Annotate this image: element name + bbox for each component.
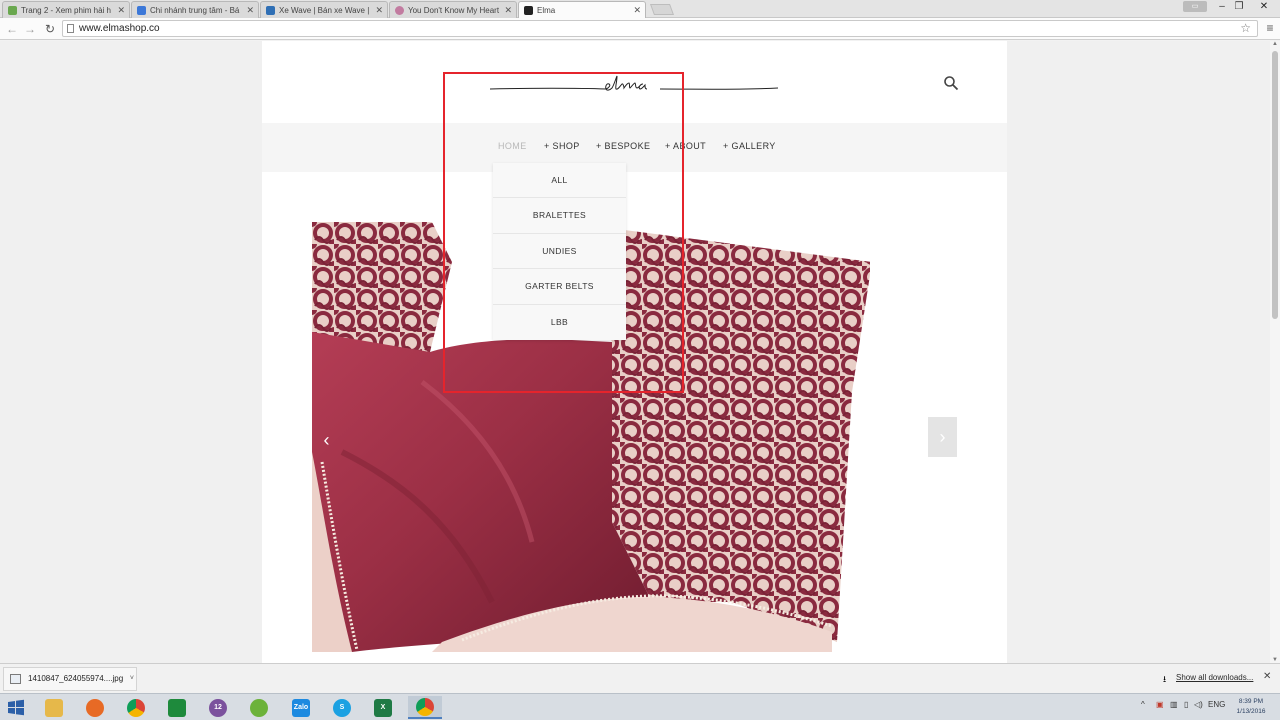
tray-volume-icon[interactable]: ◁) [1194,700,1203,709]
show-all-downloads-link[interactable]: Show all downloads... [1176,673,1253,682]
shop-menu-undies[interactable]: UNDIES [493,234,626,270]
tray-network-icon[interactable]: ▥ [1170,700,1178,709]
tray-security-icon[interactable]: ▣ [1156,700,1164,709]
clock-date: 1/13/2016 [1236,708,1266,715]
browser-tab-3[interactable]: Xe Wave | Bán xe Wave | E ✕ [260,1,388,18]
slider-next-button[interactable]: › [928,417,957,457]
system-clock[interactable]: 8:39 PM 1/13/2016 [1228,697,1274,717]
download-shelf: 1410847_624055974....jpg ˅ ⭳ Show all do… [0,663,1280,693]
bookmark-star-icon[interactable]: ☆ [1240,21,1251,36]
tray-expand-icon[interactable]: ^ [1141,700,1145,709]
tab-close-icon[interactable]: ✕ [246,5,254,16]
page-icon [67,24,74,33]
minimize-icon[interactable]: – [1213,0,1231,14]
image-file-icon [10,674,21,684]
tab-favicon-icon [395,5,404,15]
browser-toolbar: ← → ↻ www.elmashop.co ☆ ≡ [0,18,1280,40]
shop-menu-all[interactable]: ALL [493,163,626,199]
browser-tab-strip: Trang 2 - Xem phim hài h ✕ Chi nhánh tru… [0,0,1280,19]
page-viewport: elma HOME + SHOP + BESPOKE + ABOUT + GAL… [0,41,1270,663]
shop-dropdown-menu: ALL BRALETTES UNDIES GARTER BELTS LBB [493,163,626,340]
nav-home[interactable]: HOME [498,141,527,151]
elma-logo[interactable]: elma [488,69,780,95]
tab-close-icon[interactable]: ✕ [633,5,641,16]
tab-label: Elma [537,6,556,15]
site-container: elma HOME + SHOP + BESPOKE + ABOUT + GAL… [262,41,1007,663]
new-tab-button[interactable] [649,4,675,15]
tab-close-icon[interactable]: ✕ [117,5,125,16]
page-scrollbar[interactable]: ▲ ▼ [1270,41,1280,663]
zalo-icon[interactable]: Zalo [284,696,318,719]
search-icon[interactable] [943,75,959,91]
window-close-icon[interactable]: ✕ [1252,0,1276,14]
tab-label: Trang 2 - Xem phim hài h [21,5,111,15]
browser-tab-1[interactable]: Trang 2 - Xem phim hài h ✕ [2,1,130,18]
tab-label: Xe Wave | Bán xe Wave | E [279,5,373,15]
tab-favicon-icon [266,5,275,15]
url-text: www.elmashop.co [79,23,160,34]
tab-close-icon[interactable]: ✕ [375,5,383,16]
tab-favicon-icon [524,6,533,15]
close-shelf-icon[interactable]: ✕ [1263,671,1271,682]
nav-about[interactable]: + ABOUT [665,141,706,151]
chrome-active-icon[interactable] [408,696,442,719]
nav-gallery[interactable]: + GALLERY [723,141,776,151]
skype-icon[interactable]: S [325,696,359,719]
download-filename: 1410847_624055974....jpg [28,674,124,683]
excel-icon[interactable]: X [366,696,400,719]
tab-label: You Don't Know My Heart [408,5,500,15]
scroll-up-icon[interactable]: ▲ [1271,41,1279,47]
nav-bespoke[interactable]: + BESPOKE [596,141,650,151]
forward-icon[interactable]: → [22,21,38,37]
browser-tab-4[interactable]: You Don't Know My Heart ✕ [389,1,517,18]
restore-icon[interactable]: ❐ [1230,0,1248,14]
tab-favicon-icon [8,5,17,15]
language-indicator[interactable]: ENG [1208,700,1225,709]
tab-close-icon[interactable]: ✕ [504,5,512,16]
slider-prev-button[interactable]: ‹ [312,421,341,459]
address-bar[interactable]: www.elmashop.co ☆ [62,20,1258,37]
nav-shop[interactable]: + SHOP [544,141,580,151]
store-icon[interactable] [160,696,194,719]
clock-time: 8:39 PM [1238,698,1264,705]
tab-favicon-icon [137,5,146,15]
firefox-icon[interactable] [78,696,112,719]
browser-tab-2[interactable]: Chi nhánh trung tâm - Bá ✕ [131,1,259,18]
viber-icon[interactable]: 12 [201,696,235,719]
profile-avatar[interactable]: ▭ [1183,1,1207,12]
download-menu-caret-icon[interactable]: ˅ [130,668,134,690]
chrome-icon[interactable] [119,696,153,719]
browser-tab-active[interactable]: Elma ✕ [518,1,646,19]
chrome-menu-icon[interactable]: ≡ [1264,21,1276,37]
tray-power-icon[interactable]: ▯ [1184,700,1188,709]
file-explorer-icon[interactable] [37,696,71,719]
reload-icon[interactable]: ↻ [42,21,58,37]
download-icon: ⭳ [1163,674,1167,684]
tab-label: Chi nhánh trung tâm - Bá [150,5,240,15]
shop-menu-lbb[interactable]: LBB [493,305,626,340]
shop-menu-bralettes[interactable]: BRALETTES [493,198,626,234]
site-header: elma [262,41,1007,123]
download-item[interactable]: 1410847_624055974....jpg ˅ [3,667,137,691]
windows-taskbar: 12 Zalo S X ^ ▣ ▥ ▯ ◁) ENG 8:39 PM 1/13/… [0,693,1280,720]
shop-menu-garter-belts[interactable]: GARTER BELTS [493,269,626,305]
back-icon[interactable]: ← [4,21,20,37]
app-icon[interactable] [242,696,276,719]
scrollbar-thumb[interactable] [1272,51,1278,319]
windows-start-icon[interactable] [4,697,28,719]
